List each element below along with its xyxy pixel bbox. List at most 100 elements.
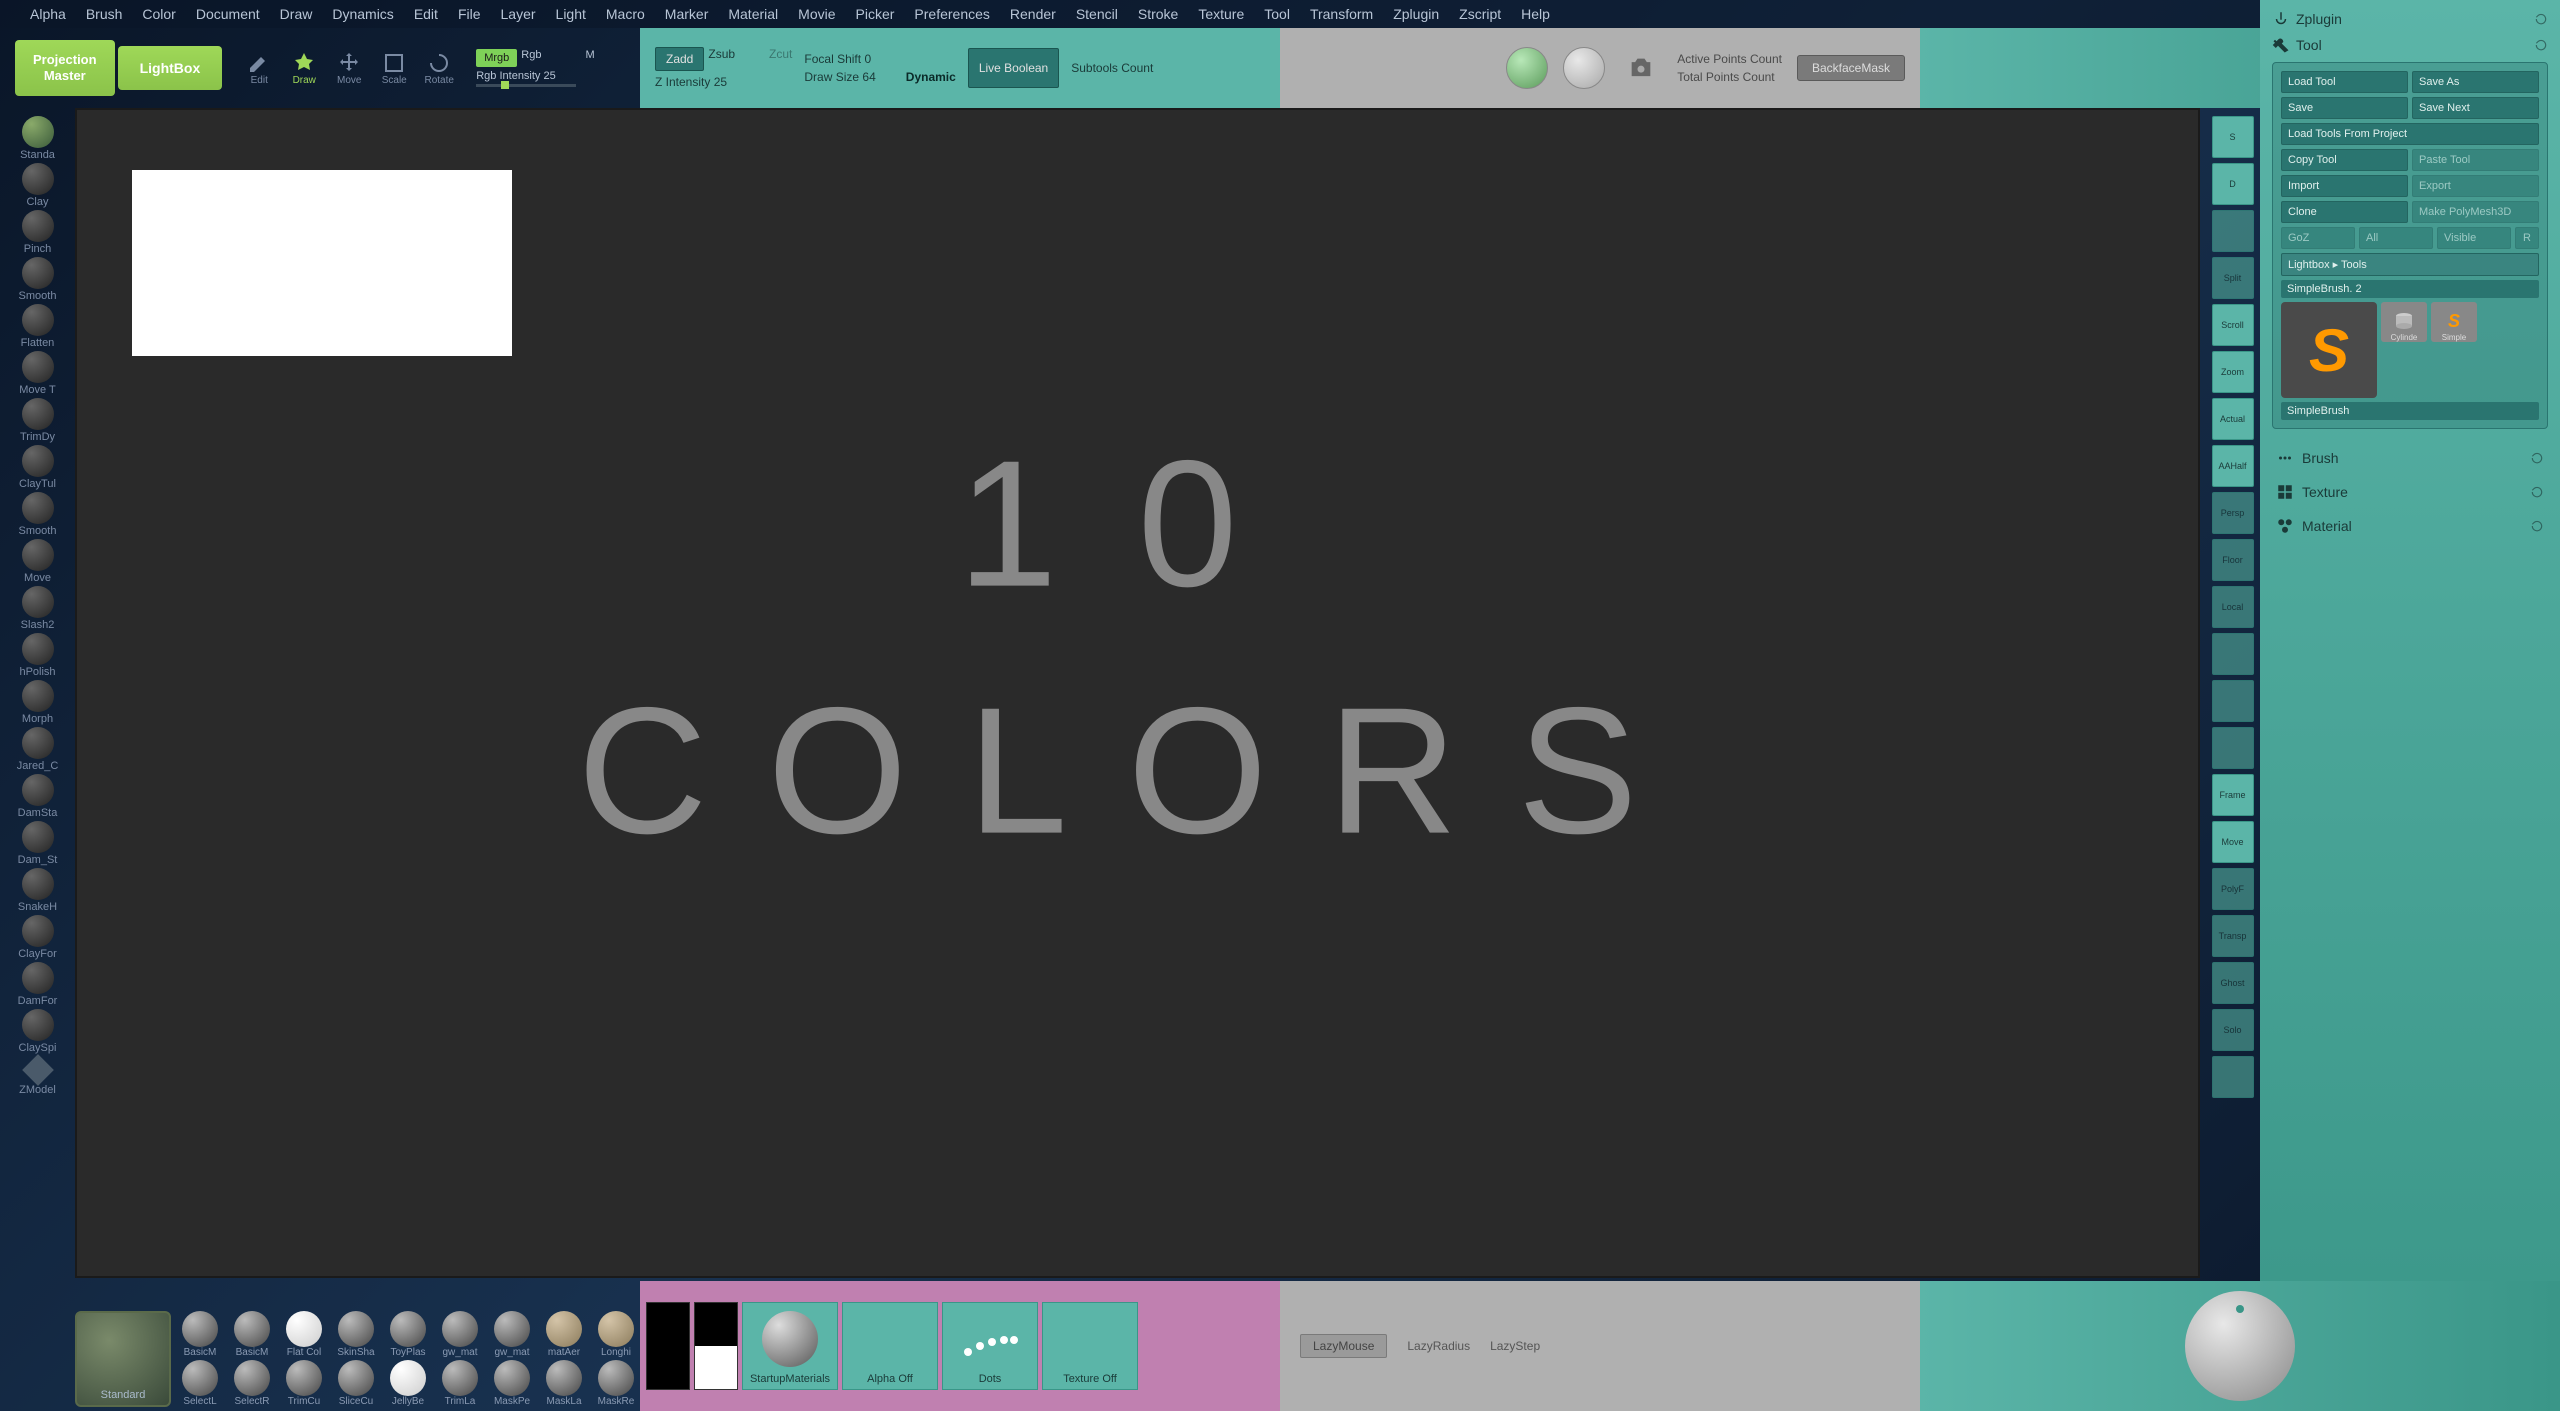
tool-reset-icon[interactable] [2534, 38, 2548, 52]
menu-movie[interactable]: Movie [798, 6, 835, 22]
mrgb-button[interactable]: Mrgb [476, 49, 517, 67]
stroke-slot-3[interactable]: SliceCu [331, 1360, 381, 1407]
rail-rail-item-3[interactable] [2212, 680, 2254, 722]
export-button[interactable]: Export [2412, 175, 2539, 197]
material-slot-5[interactable]: gw_mat [435, 1311, 485, 1358]
goz-all-button[interactable]: All [2359, 227, 2433, 249]
lightbox-tools-button[interactable]: Lightbox ▸ Tools [2281, 253, 2539, 276]
texture-off-thumb[interactable]: Texture Off [1042, 1302, 1138, 1390]
texture-reset-icon[interactable] [2530, 485, 2544, 499]
lazystep-slider[interactable]: LazyStep [1490, 1339, 1540, 1353]
brush-section-header[interactable]: Brush [2272, 441, 2548, 475]
startup-material-thumb[interactable]: StartupMaterials [742, 1302, 838, 1390]
rail-dynamesh[interactable]: D [2212, 163, 2254, 205]
rail-split[interactable]: Split [2212, 257, 2254, 299]
stroke-slot-4[interactable]: JellyBe [383, 1360, 433, 1407]
menu-picker[interactable]: Picker [856, 6, 895, 22]
material-slot-6[interactable]: gw_mat [487, 1311, 537, 1358]
save-as-button[interactable]: Save As [2412, 71, 2539, 93]
rail-frame[interactable]: Frame [2212, 774, 2254, 816]
rail-rail-item-2[interactable] [2212, 633, 2254, 675]
stroke-dots-thumb[interactable]: Dots [942, 1302, 1038, 1390]
load-from-project-button[interactable]: Load Tools From Project [2281, 123, 2539, 145]
goz-button[interactable]: GoZ [2281, 227, 2355, 249]
lazymouse-button[interactable]: LazyMouse [1300, 1334, 1387, 1358]
material-slot-8[interactable]: Longhi [591, 1311, 641, 1358]
menu-light[interactable]: Light [556, 6, 586, 22]
material-reset-icon[interactable] [2530, 519, 2544, 533]
brush-slot-move[interactable]: Move [13, 539, 63, 584]
zadd-button[interactable]: Zadd [655, 47, 704, 71]
menu-stencil[interactable]: Stencil [1076, 6, 1118, 22]
load-tool-button[interactable]: Load Tool [2281, 71, 2408, 93]
zcut-button[interactable]: Zcut [769, 47, 792, 71]
rail-transp[interactable]: Transp [2212, 915, 2254, 957]
rail-polyf[interactable]: PolyF [2212, 868, 2254, 910]
material-slot-2[interactable]: Flat Col [279, 1311, 329, 1358]
menu-material[interactable]: Material [728, 6, 778, 22]
zplugin-reset-icon[interactable] [2534, 12, 2548, 26]
rail-ghost[interactable]: Ghost [2212, 962, 2254, 1004]
tool-active-thumb[interactable]: S [2281, 302, 2377, 398]
stroke-slot-7[interactable]: MaskLa [539, 1360, 589, 1407]
draw-mode-button[interactable]: Draw [283, 47, 325, 89]
draw-size-slider[interactable]: Draw Size 64 Dynamic [804, 70, 955, 84]
menu-draw[interactable]: Draw [280, 6, 313, 22]
goz-visible-button[interactable]: Visible [2437, 227, 2511, 249]
zplugin-header[interactable]: Zplugin [2272, 10, 2548, 28]
projection-master-button[interactable]: Projection Master [15, 40, 115, 95]
stroke-slot-6[interactable]: MaskPe [487, 1360, 537, 1407]
menu-zplugin[interactable]: Zplugin [1393, 6, 1439, 22]
menu-tool[interactable]: Tool [1264, 6, 1290, 22]
rail-rail-item-5[interactable] [2212, 1056, 2254, 1098]
rail-local[interactable]: Local [2212, 586, 2254, 628]
rail-rail-item-1[interactable] [2212, 210, 2254, 252]
zsub-button[interactable]: Zsub [708, 47, 735, 71]
menu-color[interactable]: Color [142, 6, 175, 22]
rgb-button[interactable]: Rgb [521, 49, 541, 67]
live-boolean-button[interactable]: Live Boolean [968, 48, 1059, 88]
save-next-button[interactable]: Save Next [2412, 97, 2539, 119]
rotate-mode-button[interactable]: Rotate [418, 47, 460, 89]
stroke-slot-5[interactable]: TrimLa [435, 1360, 485, 1407]
menu-document[interactable]: Document [196, 6, 260, 22]
backface-mask-button[interactable]: BackfaceMask [1797, 55, 1905, 81]
brush-slot-morph[interactable]: Morph [13, 680, 63, 725]
brush-slot-hpolish[interactable]: hPolish [13, 633, 63, 678]
brush-reset-icon[interactable] [2530, 451, 2544, 465]
menu-texture[interactable]: Texture [1198, 6, 1244, 22]
tool-thumb-simple[interactable]: SSimple [2431, 302, 2477, 342]
material-section-header[interactable]: Material [2272, 509, 2548, 543]
brush-slot-claytul[interactable]: ClayTul [13, 445, 63, 490]
color-swatch-primary[interactable] [646, 1302, 690, 1390]
gizmo-camera-icon[interactable] [1620, 47, 1662, 89]
brush-slot-trimdy[interactable]: TrimDy [13, 398, 63, 443]
color-swatch-secondary[interactable] [694, 1302, 738, 1390]
menu-macro[interactable]: Macro [606, 6, 645, 22]
rail-sculptris-pro[interactable]: S [2212, 116, 2254, 158]
brush-slot-clay[interactable]: Clay [13, 163, 63, 208]
menu-preferences[interactable]: Preferences [914, 6, 989, 22]
rail-scroll[interactable]: Scroll [2212, 304, 2254, 346]
lazyradius-slider[interactable]: LazyRadius [1407, 1339, 1470, 1353]
stroke-slot-8[interactable]: MaskRe [591, 1360, 641, 1407]
material-slot-0[interactable]: BasicM [175, 1311, 225, 1358]
menu-transform[interactable]: Transform [1310, 6, 1373, 22]
make-polymesh-button[interactable]: Make PolyMesh3D [2412, 201, 2539, 223]
rail-rail-item-4[interactable] [2212, 727, 2254, 769]
rail-solo[interactable]: Solo [2212, 1009, 2254, 1051]
rail-actual[interactable]: Actual [2212, 398, 2254, 440]
navigation-sphere[interactable] [2185, 1291, 2295, 1401]
alpha-off-thumb[interactable]: Alpha Off [842, 1302, 938, 1390]
brush-slot-clayfor[interactable]: ClayFor [13, 915, 63, 960]
material-slot-3[interactable]: SkinSha [331, 1311, 381, 1358]
active-brush-thumb[interactable]: Standard [75, 1311, 171, 1407]
menu-stroke[interactable]: Stroke [1138, 6, 1178, 22]
brush-slot-standa[interactable]: Standa [13, 116, 63, 161]
brush-slot-damfor[interactable]: DamFor [13, 962, 63, 1007]
scale-mode-button[interactable]: Scale [373, 47, 415, 89]
menu-file[interactable]: File [458, 6, 481, 22]
menu-marker[interactable]: Marker [665, 6, 709, 22]
material-slot-4[interactable]: ToyPlas [383, 1311, 433, 1358]
move-mode-button[interactable]: Move [328, 47, 370, 89]
